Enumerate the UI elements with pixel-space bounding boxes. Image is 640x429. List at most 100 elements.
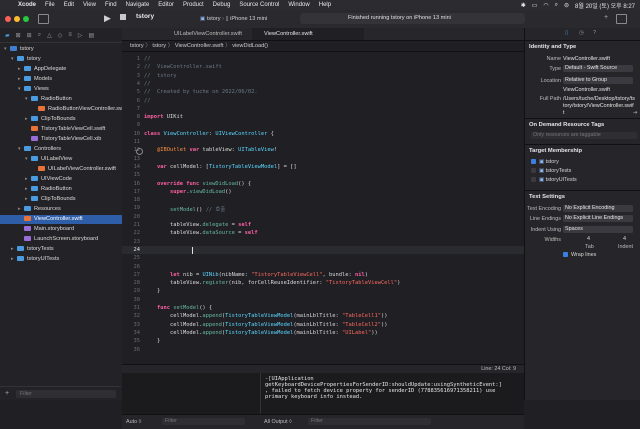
navigator-filter-input[interactable]: Filter <box>16 390 116 398</box>
jump-bar-project[interactable]: tstory <box>130 43 144 49</box>
line-number[interactable]: 28 <box>122 280 141 286</box>
line-number[interactable]: 15 <box>122 172 141 178</box>
menu-view[interactable]: View <box>83 2 96 8</box>
search-icon[interactable]: ⌕ <box>555 2 558 9</box>
line-number[interactable]: 32 <box>122 313 141 319</box>
wifi-icon[interactable]: ◠ <box>543 2 548 9</box>
menu-source-control[interactable]: Source Control <box>239 2 279 8</box>
file-tree-item[interactable]: ▸ Models <box>0 75 139 84</box>
checkbox-checked-icon[interactable] <box>531 159 536 165</box>
breakpoint-icon[interactable]: ▷ <box>78 32 83 39</box>
console-filter-input[interactable]: Filter <box>308 418 431 425</box>
sidebar-toggle-icon[interactable] <box>38 14 49 24</box>
line-number[interactable]: 9 <box>122 122 140 128</box>
line-number[interactable]: 29 <box>122 288 141 294</box>
jump-bar-symbol[interactable]: viewDidLoad() <box>232 43 268 49</box>
line-number[interactable]: 18 <box>122 197 141 203</box>
add-library-icon[interactable]: + <box>604 14 608 21</box>
line-number[interactable]: 4 <box>122 81 140 87</box>
outlet-connection-icon[interactable] <box>136 148 143 156</box>
file-tree-item[interactable]: ▸ Resources <box>0 205 139 214</box>
menu-help[interactable]: Help <box>319 2 331 8</box>
report-icon[interactable]: ▤ <box>88 32 94 39</box>
target-row-uitests[interactable]: ▣ tstoryUITests <box>531 177 577 183</box>
variables-filter-input[interactable]: Filter <box>162 418 245 425</box>
battery-icon[interactable]: ▭ <box>532 2 538 9</box>
target-row-tstory[interactable]: ▣ tstory <box>531 159 559 165</box>
code-line[interactable]: tableView.register(nib, forCellReuseIden… <box>144 280 400 286</box>
file-tree-item[interactable]: ▾ tstory <box>0 55 132 64</box>
code-line[interactable]: @IBOutlet var tableView: UITableView! <box>144 147 277 153</box>
folder-icon[interactable]: ▰ <box>5 32 10 39</box>
wrap-lines-toggle[interactable]: Wrap lines <box>563 252 596 258</box>
code-line[interactable]: cellModel.append(TistoryTableViewModel(m… <box>144 313 388 319</box>
tab-uilabelviewcontroller[interactable]: UILabelViewController.swift <box>162 28 262 40</box>
reveal-in-finder-icon[interactable]: ➔ <box>633 110 638 116</box>
code-line[interactable]: super.viewDidLoad() <box>144 189 232 195</box>
menu-xcode[interactable]: Xcode <box>18 2 36 8</box>
jump-bar-file[interactable]: ViewController.swift <box>175 43 224 49</box>
line-number[interactable]: 2 <box>122 64 140 70</box>
line-number[interactable]: 22 <box>122 230 141 236</box>
line-number[interactable]: 25 <box>122 255 141 261</box>
code-area[interactable]: 1 // 2 // ViewController.swift 3 // tstory 4 //… <box>122 52 524 372</box>
menu-product[interactable]: Product <box>183 2 204 8</box>
indent-using-select[interactable]: Spaces <box>563 226 633 233</box>
checkbox-icon[interactable] <box>531 168 536 174</box>
line-number[interactable]: 13 <box>122 156 141 162</box>
code-line[interactable]: var cellModel: [TistoryTableViewModel] =… <box>144 164 297 170</box>
on-demand-tags-field[interactable]: Only resources are taggable <box>531 132 637 139</box>
line-number[interactable]: 16 <box>122 181 141 187</box>
inspector-toggle-icon[interactable] <box>616 14 627 24</box>
code-line[interactable]: class ViewController: UIViewController { <box>144 131 274 137</box>
location-select[interactable]: Relative to Group <box>563 77 633 84</box>
checkbox-icon[interactable] <box>531 177 536 183</box>
line-number[interactable]: 36 <box>122 347 141 353</box>
code-line[interactable]: func setModel() { <box>144 305 212 311</box>
menu-navigate[interactable]: Navigate <box>126 2 150 8</box>
line-number[interactable]: 5 <box>122 89 140 95</box>
close-window-button[interactable] <box>5 16 11 22</box>
file-inspector-icon[interactable]: ▯ <box>565 30 568 36</box>
menu-file[interactable]: File <box>45 2 55 8</box>
code-line[interactable] <box>144 247 170 253</box>
code-line[interactable]: // ViewController.swift <box>144 64 222 70</box>
minimize-window-button[interactable] <box>14 16 20 22</box>
line-number[interactable]: 35 <box>122 338 141 344</box>
line-number[interactable]: 7 <box>122 106 140 112</box>
debug-icon[interactable]: ≡ <box>68 32 72 38</box>
line-number[interactable]: 24 <box>122 247 141 253</box>
line-number[interactable]: 20 <box>122 214 141 220</box>
type-select[interactable]: Default - Swift Source <box>563 65 633 72</box>
code-line[interactable]: // <box>144 81 151 87</box>
variables-scope-selector[interactable]: Auto ◊ <box>126 419 141 425</box>
line-number[interactable]: 30 <box>122 297 141 303</box>
code-line[interactable]: // Created by tuche on 2022/06/02. <box>144 89 258 95</box>
line-number[interactable]: 8 <box>122 114 140 120</box>
target-row-tests[interactable]: ▣ tstoryTests <box>531 168 571 174</box>
file-tree-item[interactable]: ▾ tstory <box>0 45 125 54</box>
tab-width-value[interactable]: 4 <box>587 236 590 242</box>
line-number[interactable]: 34 <box>122 330 141 336</box>
issue-icon[interactable]: △ <box>47 32 52 39</box>
zoom-window-button[interactable] <box>23 16 29 22</box>
line-number[interactable]: 6 <box>122 98 140 104</box>
line-number[interactable]: 11 <box>122 139 141 145</box>
code-line[interactable]: cellModel.append(TistoryTableViewModel(m… <box>144 322 388 328</box>
line-number[interactable]: 10 <box>122 131 141 137</box>
menu-window[interactable]: Window <box>288 2 309 8</box>
line-number[interactable]: 31 <box>122 305 141 311</box>
line-number[interactable]: 3 <box>122 73 140 79</box>
line-number[interactable]: 17 <box>122 189 141 195</box>
file-tree-item[interactable]: ▸ tstoryTests <box>0 245 132 254</box>
line-number[interactable]: 33 <box>122 322 141 328</box>
line-number[interactable]: 27 <box>122 272 141 278</box>
code-line[interactable]: override func viewDidLoad() { <box>144 181 251 187</box>
find-icon[interactable]: ⌕ <box>38 32 41 39</box>
quick-help-icon[interactable]: ? <box>593 30 596 36</box>
menu-editor[interactable]: Editor <box>158 2 174 8</box>
scheme-selector[interactable]: ▣ tstory › ▯ iPhone 13 mini <box>200 14 267 24</box>
file-tree-item[interactable]: ▸ AppDelegate <box>0 65 139 74</box>
line-number[interactable]: 14 <box>122 164 141 170</box>
line-number[interactable]: 26 <box>122 264 141 270</box>
